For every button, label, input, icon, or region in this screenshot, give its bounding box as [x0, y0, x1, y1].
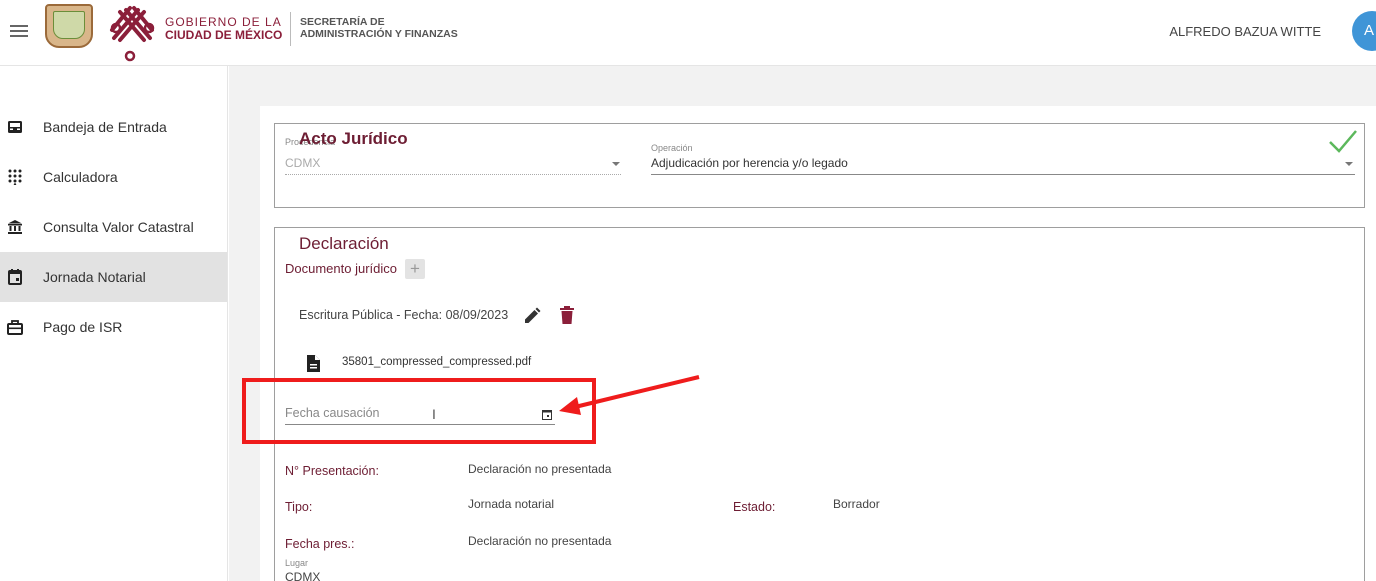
operacion-underline — [651, 174, 1355, 175]
presentacion-value: Declaración no presentada — [468, 462, 612, 476]
presentacion-label: N° Presentación: — [285, 464, 379, 478]
calendar-icon — [6, 268, 24, 286]
fecha-causacion-underline — [285, 424, 555, 425]
sidebar-item-jornada[interactable]: Jornada Notarial — [0, 252, 227, 302]
document-file-name[interactable]: 35801_compressed_compressed.pdf — [342, 356, 531, 368]
tipo-label: Tipo: — [285, 500, 313, 514]
fecha-causacion-input[interactable]: Fecha causación — [285, 406, 380, 420]
lugar-label: Lugar — [285, 558, 309, 568]
sidebar-item-label: Jornada Notarial — [43, 269, 146, 285]
dialpad-icon — [6, 168, 24, 186]
sidebar-item-isr[interactable]: Pago de ISR — [0, 302, 227, 352]
documento-juridico-label: Documento jurídico — [285, 261, 397, 276]
secretaria-title: SECRETARÍA DE ADMINISTRACIÓN Y FINANZAS — [300, 16, 458, 40]
sidebar-item-consulta[interactable]: Consulta Valor Catastral — [0, 202, 227, 252]
gov-line2: CIUDAD DE MÉXICO — [165, 28, 283, 42]
chevron-down-icon — [612, 162, 620, 166]
briefcase-icon — [6, 318, 24, 336]
estado-value: Borrador — [833, 497, 880, 511]
delete-icon[interactable] — [560, 306, 574, 324]
sidebar-item-label: Bandeja de Entrada — [43, 119, 167, 135]
escritura-publica-item: Escritura Pública - Fecha: 08/09/2023 — [299, 308, 509, 322]
operacion-select[interactable]: Adjudicación por herencia y/o legado — [651, 156, 848, 170]
fecha-pres-value: Declaración no presentada — [468, 534, 612, 548]
inbox-icon — [6, 118, 24, 136]
sidebar-item-bandeja[interactable]: Bandeja de Entrada — [0, 102, 227, 152]
operacion-label: Operación — [651, 143, 693, 153]
text-cursor-icon: I — [432, 406, 436, 422]
procedencia-select[interactable]: CDMX — [285, 156, 320, 170]
procedencia-underline — [285, 174, 621, 175]
lugar-value: CDMX — [285, 570, 321, 581]
sidebar-item-label: Consulta Valor Catastral — [43, 219, 194, 235]
check-icon — [1329, 130, 1357, 153]
sidebar-item-label: Calculadora — [43, 169, 118, 185]
add-document-button[interactable]: + — [405, 259, 425, 279]
cdmx-logo — [110, 6, 155, 62]
edit-icon[interactable] — [523, 307, 541, 325]
tipo-value: Jornada notarial — [468, 497, 555, 511]
sidebar-item-calculadora[interactable]: Calculadora — [0, 152, 227, 202]
declaracion-card: Declaración Documento jurídico + Escritu… — [274, 227, 1365, 581]
app-header: GOBIERNO DE LA CIUDAD DE MÉXICO SECRETAR… — [0, 0, 1376, 66]
sidebar: Bandeja de Entrada Calculadora Consulta … — [0, 66, 228, 581]
file-icon — [307, 355, 320, 372]
avatar[interactable]: A — [1352, 11, 1376, 51]
estado-label: Estado: — [733, 500, 776, 514]
calendar-picker-icon[interactable] — [542, 409, 552, 420]
fecha-pres-label: Fecha pres.: — [285, 537, 355, 551]
acto-juridico-title: Acto Jurídico — [299, 129, 408, 148]
cdmx-coat-of-arms-logo — [45, 4, 93, 48]
user-name[interactable]: ALFREDO BAZUA WITTE — [1169, 24, 1321, 39]
header-divider — [290, 12, 291, 46]
sec-line2: ADMINISTRACIÓN Y FINANZAS — [300, 28, 458, 40]
main-area: Procedencia Acto Jurídico CDMX Operación… — [229, 66, 1376, 581]
chevron-down-icon — [1345, 162, 1353, 166]
menu-icon[interactable] — [10, 22, 28, 38]
sec-line1: SECRETARÍA DE — [300, 16, 385, 28]
declaracion-title: Declaración — [299, 234, 389, 253]
government-title: GOBIERNO DE LA CIUDAD DE MÉXICO — [165, 16, 282, 42]
bank-icon — [6, 218, 24, 236]
content-panel: Procedencia Acto Jurídico CDMX Operación… — [260, 106, 1376, 581]
acto-juridico-card: Procedencia Acto Jurídico CDMX Operación… — [274, 123, 1365, 208]
sidebar-item-label: Pago de ISR — [43, 319, 123, 335]
